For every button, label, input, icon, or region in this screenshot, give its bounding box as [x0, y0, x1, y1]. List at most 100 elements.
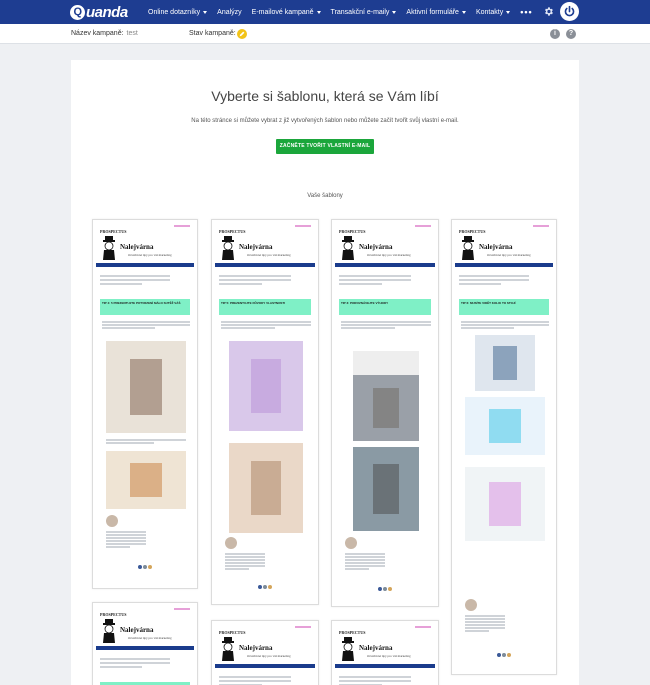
chevron-down-icon — [506, 10, 511, 14]
template-text-line — [106, 546, 130, 548]
chevron-down-icon — [392, 10, 397, 14]
template-hero-title: Nalejvárna — [359, 644, 393, 652]
template-text-line — [465, 621, 505, 623]
template-top-link — [295, 626, 311, 628]
template-tip-text: TIP 6: MUSÍTE VIDĚT KOLIK TO STOJÍ — [461, 301, 516, 305]
link-icon — [502, 653, 506, 657]
info-icon[interactable]: i — [550, 29, 560, 39]
gear-icon[interactable] — [543, 6, 554, 17]
template-text-line — [225, 562, 265, 564]
template-text-line — [100, 662, 170, 664]
email-template-card[interactable]: PROSPECTUS Nalejvárna Osvědčené tipy pro v… — [92, 602, 198, 685]
template-hero-title: Nalejvárna — [239, 644, 273, 652]
template-text-line — [465, 630, 489, 632]
template-text-line — [106, 540, 146, 542]
template-top-link — [174, 608, 190, 610]
template-text-line — [106, 439, 186, 441]
nav-item-aktivni-formulare[interactable]: Aktivní formuláře — [406, 9, 466, 16]
template-top-link — [415, 225, 431, 227]
template-text-line — [339, 680, 411, 682]
email-template-card[interactable]: PROSPECTUS Nalejvárna Osvědčené tipy pro v… — [451, 219, 557, 675]
facebook-icon — [138, 565, 142, 569]
template-text-line — [465, 615, 505, 617]
template-text-line — [339, 279, 411, 281]
template-image — [106, 341, 186, 433]
power-icon[interactable] — [560, 2, 579, 21]
template-chooser-card: Vyberte si šablonu, která se Vám líbí Na… — [71, 60, 579, 685]
facebook-icon — [258, 585, 262, 589]
template-text-line — [339, 283, 383, 285]
help-icon[interactable]: ? — [566, 29, 576, 39]
mascot-image — [462, 236, 474, 260]
template-preview: PROSPECTUS Nalejvárna Osvědčené tipy pro v… — [215, 223, 315, 601]
template-text-line — [345, 556, 385, 558]
nav-item-online-dotazniky[interactable]: Online dotazníky — [148, 8, 208, 16]
template-image — [465, 467, 545, 541]
template-hero-subtitle: Osvědčené tipy pro váš marketing — [247, 654, 291, 658]
template-text-line — [459, 279, 529, 281]
template-text-line — [102, 324, 190, 326]
nav-item-label: E-mailové kampaně — [251, 8, 314, 16]
mascot-image — [103, 619, 115, 643]
template-text-line — [339, 275, 411, 277]
template-text-line — [345, 568, 369, 570]
campaign-name-value[interactable]: test — [127, 30, 138, 37]
more-menu-button[interactable]: ••• — [520, 7, 532, 17]
template-tip-box: TIP 3: POROVNÁVEJTE VÝHODY — [339, 299, 431, 315]
template-hero: Nalejvárna Osvědčené tipy pro váš marketi… — [455, 234, 553, 264]
email-template-card[interactable]: PROSPECTUS Nalejvárna Osvědčené tipy pro v… — [331, 219, 439, 607]
template-blue-bar — [455, 263, 553, 267]
template-image — [229, 341, 303, 431]
social-icons — [378, 587, 393, 591]
mail-icon — [388, 587, 392, 591]
nav-item-kontakty[interactable]: Kontakty — [476, 9, 511, 16]
template-text-line — [339, 676, 411, 678]
template-text-line — [459, 283, 501, 285]
template-preview: PROSPECTUS Nalejvárna Osvědčené tipy pro v… — [96, 606, 194, 685]
mail-icon — [507, 653, 511, 657]
template-text-line — [345, 565, 385, 567]
template-text-line — [461, 327, 514, 329]
author-avatar — [465, 599, 477, 611]
create-own-email-button[interactable]: ZAČNĚTE TVOŘIT VLASTNÍ E-MAIL — [276, 139, 374, 154]
email-template-card[interactable]: PROSPECTUS Nalejvárna Osvědčené tipy pro v… — [92, 219, 198, 589]
template-text-line — [106, 531, 146, 533]
email-template-card[interactable]: PROSPECTUS Nalejvárna Osvědčené tipy pro v… — [211, 219, 319, 605]
template-text-line — [461, 324, 549, 326]
facebook-icon — [497, 653, 501, 657]
template-text-line — [225, 568, 249, 570]
template-preview: PROSPECTUS Nalejvárna Osvědčené tipy pro v… — [335, 223, 435, 603]
template-hero-subtitle: Osvědčené tipy pro váš marketing — [367, 253, 411, 257]
author-avatar — [225, 537, 237, 549]
template-top-link — [415, 626, 431, 628]
quanda-logo[interactable]: Q uanda — [70, 3, 128, 21]
email-template-card[interactable]: PROSPECTUS Nalejvárna Osvědčené tipy pro v… — [331, 620, 439, 685]
template-hero-subtitle: Osvědčené tipy pro váš marketing — [367, 654, 411, 658]
mascot-image — [342, 637, 354, 661]
template-text-line — [465, 624, 505, 626]
template-hero-subtitle: Osvědčené tipy pro váš marketing — [487, 253, 531, 257]
template-tip-text: TIP 5: PREZENTUJTE DŮVODY VLASTNOSTI — [221, 301, 286, 305]
template-text-line — [219, 283, 263, 285]
template-text-line — [221, 324, 311, 326]
template-text-line — [341, 327, 395, 329]
campaign-bar: Název kampaně: test Stav kampaně: i ? — [0, 24, 650, 44]
template-text-line — [219, 275, 291, 277]
pencil-glyph — [239, 31, 245, 37]
template-text-line — [100, 666, 142, 668]
templates-heading: Vaše šablony — [307, 193, 343, 199]
pencil-icon[interactable] — [237, 29, 247, 39]
template-preview: PROSPECTUS Nalejvárna Osvědčené tipy pro v… — [96, 223, 194, 585]
template-text-line — [102, 321, 190, 323]
nav-item-analyzy[interactable]: Analýzy — [217, 9, 242, 16]
mascot-image — [222, 637, 234, 661]
template-hero-subtitle: Osvědčené tipy pro váš marketing — [247, 253, 291, 257]
nav-item-emailove-kampane[interactable]: E-mailové kampaně — [252, 9, 321, 16]
nav-item-transakcni-emaily[interactable]: Transakční e-maily — [331, 9, 397, 16]
template-top-link — [174, 225, 190, 227]
nav-item-label: Online dotazníky — [148, 8, 201, 16]
template-blue-bar — [335, 263, 435, 267]
template-hero: Nalejvárna Osvědčené tipy pro váš marketi… — [96, 234, 194, 264]
template-text-line — [219, 680, 291, 682]
email-template-card[interactable]: PROSPECTUS Nalejvárna Osvědčené tipy pro v… — [211, 620, 319, 685]
